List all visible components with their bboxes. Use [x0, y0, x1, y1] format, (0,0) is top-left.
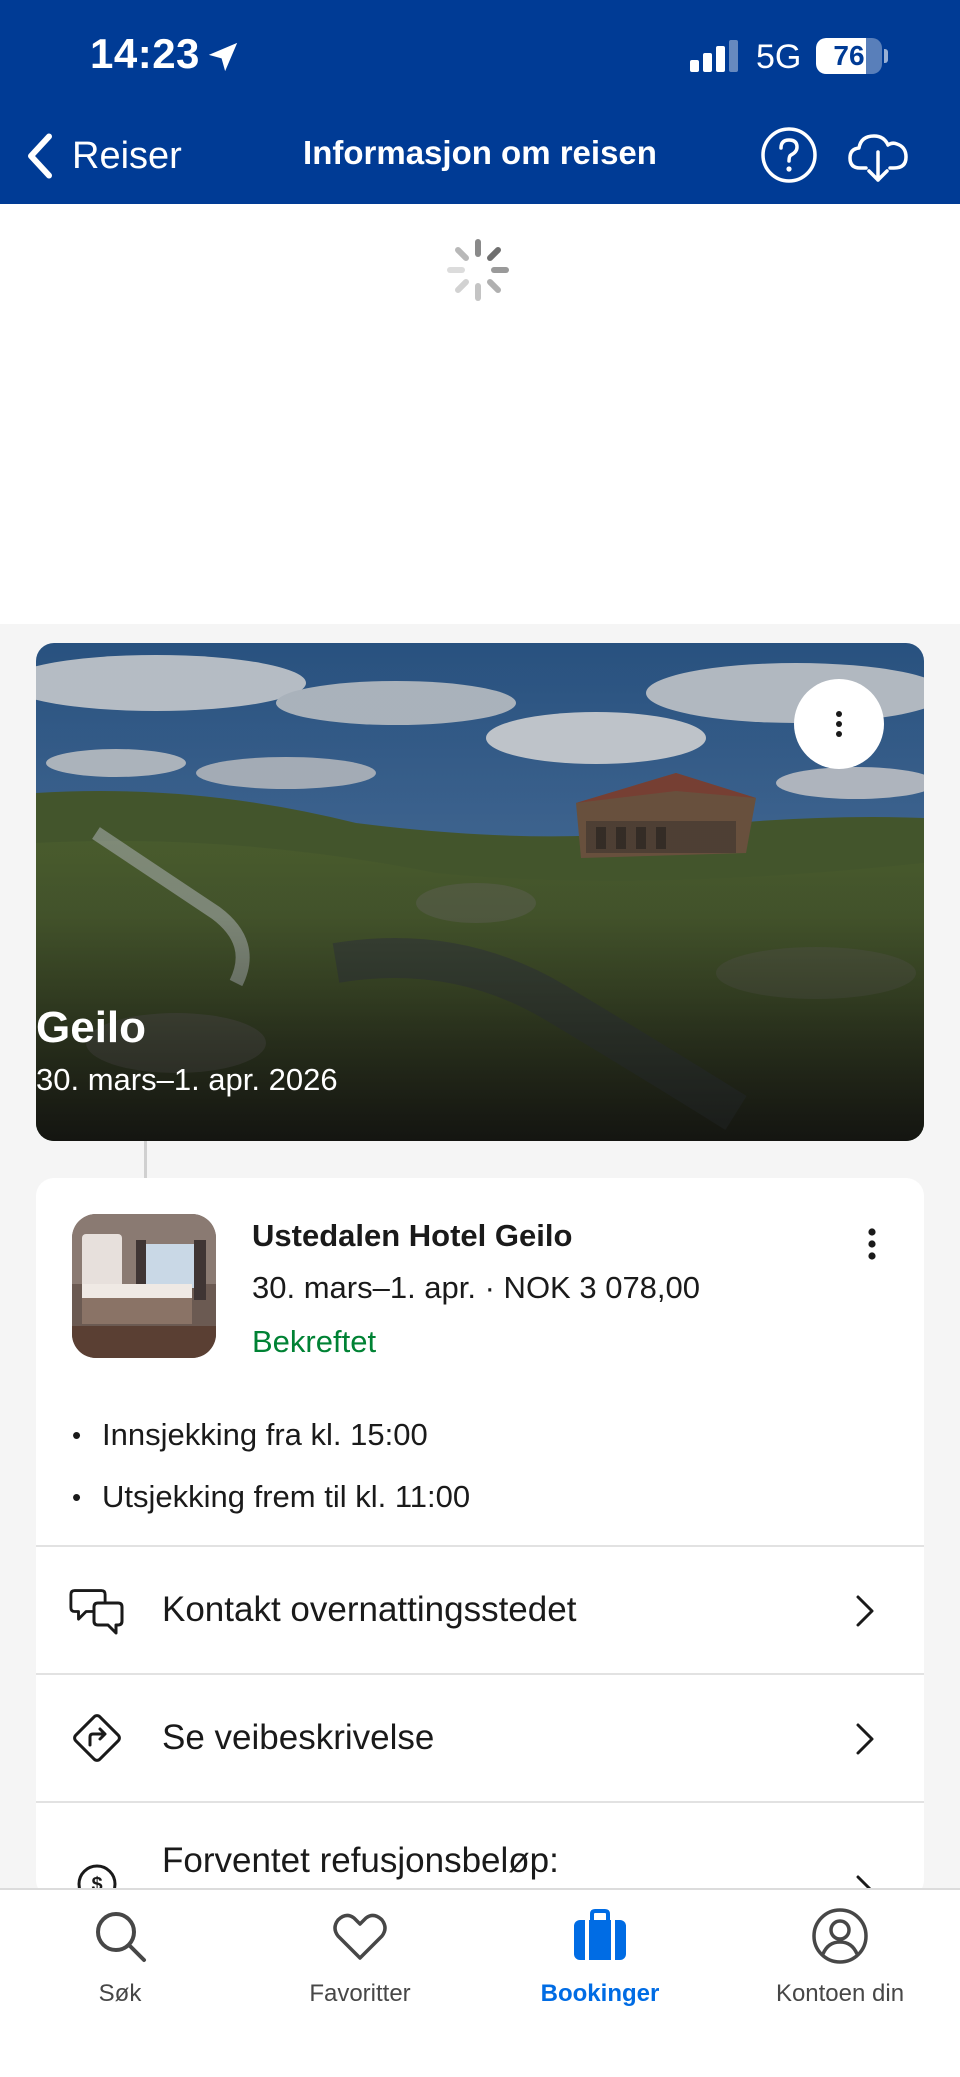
signal-icon	[690, 40, 738, 72]
checkin-text: Innsjekking fra kl. 15:00	[102, 1417, 428, 1452]
help-circle-icon[interactable]	[760, 126, 818, 184]
trip-destination: Geilo	[36, 1003, 147, 1052]
list-item: • Utsjekking frem til kl. 11:00	[72, 1479, 471, 1514]
directions-icon	[73, 1714, 121, 1762]
tab-favorites[interactable]: Favoritter	[240, 1890, 480, 2050]
refund-row[interactable]: $ Forventet refusjonsbeløp:	[36, 1801, 924, 1898]
directions-row[interactable]: Se veibeskrivelse	[36, 1673, 924, 1801]
status-time: 14:23	[90, 30, 200, 77]
spinner-icon	[447, 239, 509, 301]
top-bar: 14:23 5G 76 Reiser Informasjon om reisen	[0, 0, 960, 204]
network-type: 5G	[756, 38, 802, 76]
tab-label: Bookinger	[540, 1980, 660, 2007]
search-icon	[96, 1912, 146, 1962]
app-screen: 14:23 5G 76 Reiser Informasjon om reisen	[0, 0, 960, 2077]
account-icon	[812, 1908, 868, 1964]
timeline-connector	[144, 1141, 147, 1179]
tab-account[interactable]: Kontoen din	[720, 1890, 960, 2050]
booking-status: Bekreftet	[252, 1324, 377, 1359]
chevron-right-icon	[856, 1595, 874, 1627]
refund-label: Forventet refusjonsbeløp:	[162, 1841, 559, 1880]
back-button[interactable]: Reiser	[24, 128, 182, 184]
trip-more-button[interactable]	[794, 679, 884, 769]
tab-bookings[interactable]: Bookinger	[480, 1890, 720, 2050]
tab-label: Favoritter	[309, 1980, 411, 2007]
booking-dates-price: 30. mars–1. apr. · NOK 3 078,00	[252, 1270, 701, 1305]
heart-icon	[333, 1913, 387, 1960]
chat-bubbles-icon	[69, 1589, 124, 1635]
more-vertical-icon	[868, 1228, 876, 1260]
contact-property-row[interactable]: Kontakt overnattingsstedet	[36, 1545, 924, 1673]
more-vertical-icon	[836, 711, 842, 737]
hotel-room-thumbnail	[72, 1214, 216, 1358]
checkout-text: Utsjekking frem til kl. 11:00	[102, 1479, 471, 1514]
trip-dates: 30. mars–1. apr. 2026	[36, 1062, 338, 1097]
tab-label: Søk	[98, 1980, 142, 2007]
contact-property-label: Kontakt overnattingsstedet	[162, 1590, 577, 1629]
bottom-tab-bar: Søk Favoritter Bookinger Kontoen din	[0, 1888, 960, 2077]
booking-card[interactable]: Ustedalen Hotel Geilo 30. mars–1. apr. ·…	[36, 1178, 924, 1898]
booking-more-button[interactable]	[846, 1218, 898, 1270]
tab-label: Kontoen din	[775, 1980, 905, 2007]
suitcase-icon	[574, 1909, 626, 1960]
location-arrow-icon	[208, 42, 238, 72]
tab-search[interactable]: Søk	[0, 1890, 240, 2050]
battery-indicator: 76	[816, 38, 888, 74]
directions-label: Se veibeskrivelse	[162, 1718, 435, 1757]
battery-level: 76	[833, 40, 865, 71]
hotel-name[interactable]: Ustedalen Hotel Geilo	[252, 1218, 572, 1254]
chevron-left-icon	[28, 133, 52, 179]
page-title: Informasjon om reisen	[303, 134, 657, 171]
cloud-download-icon[interactable]	[846, 124, 910, 188]
list-item: • Innsjekking fra kl. 15:00	[72, 1417, 428, 1452]
booking-details: • Innsjekking fra kl. 15:00 • Utsjekking…	[72, 1404, 892, 1528]
back-label: Reiser	[72, 134, 182, 177]
chevron-right-icon	[856, 1723, 874, 1755]
